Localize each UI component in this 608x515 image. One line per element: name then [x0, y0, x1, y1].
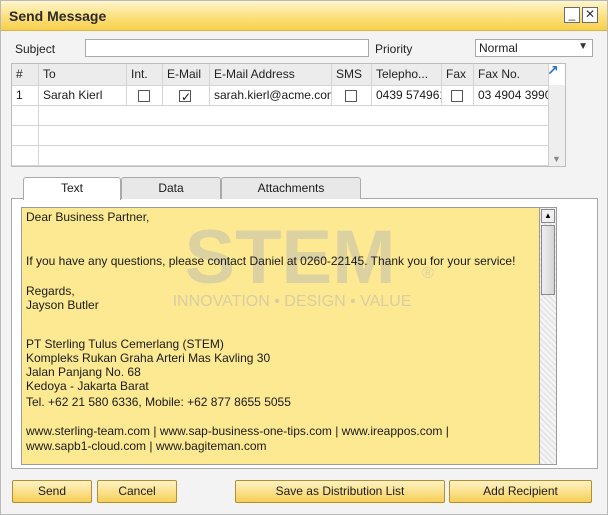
message-line: PT Sterling Tulus Cemerlang (STEM) — [26, 337, 224, 351]
scroll-thumb[interactable] — [541, 225, 555, 295]
table-row-empty[interactable] — [39, 126, 549, 146]
col-header-email[interactable]: E-Mail — [163, 64, 210, 86]
col-header-fax-no[interactable]: Fax No. — [474, 64, 549, 86]
row-1-fax-no[interactable]: 03 4904 3990 — [474, 86, 549, 106]
row-1-telephone[interactable]: 0439 574961 — [372, 86, 442, 106]
minimize-icon[interactable]: _ — [564, 7, 580, 23]
message-scrollbar[interactable]: ▲ — [539, 207, 557, 465]
subject-label: Subject — [15, 42, 56, 56]
message-line: Dear Business Partner, — [26, 210, 150, 224]
priority-select[interactable]: Normal ▼ — [475, 39, 593, 57]
row-1-number: 1 — [12, 86, 39, 106]
col-header-telephone[interactable]: Telepho... — [372, 64, 442, 86]
tab-attachments[interactable]: Attachments — [221, 177, 361, 199]
row-1-email-cell — [163, 86, 210, 106]
message-line: Regards, — [26, 284, 75, 298]
cancel-button[interactable]: Cancel — [97, 480, 177, 503]
table-row-empty[interactable] — [12, 106, 39, 126]
row-1-email-address[interactable]: sarah.kierl@acme.com — [210, 86, 332, 106]
recipients-grid: # To Int. E-Mail E-Mail Address SMS Tele… — [11, 63, 566, 167]
message-line: Tel. +62 21 580 6336, Mobile: +62 877 86… — [26, 395, 291, 409]
row-1-fax-cell — [442, 86, 474, 106]
tab-data[interactable]: Data — [121, 177, 221, 199]
col-header-int[interactable]: Int. — [127, 64, 163, 86]
message-line: www.sterling-team.com | www.sap-business… — [26, 424, 449, 438]
row-1-fax-checkbox[interactable] — [451, 89, 463, 102]
priority-label: Priority — [375, 42, 413, 56]
scroll-down-icon[interactable]: ▼ — [552, 154, 561, 164]
save-distribution-list-button[interactable]: Save as Distribution List — [235, 480, 445, 503]
close-icon[interactable]: ✕ — [582, 7, 598, 23]
col-header-email-address[interactable]: E-Mail Address — [210, 64, 332, 86]
message-line: Kedoya - Jakarta Barat — [26, 379, 149, 393]
row-1-int-checkbox[interactable] — [138, 89, 150, 102]
send-button[interactable]: Send — [12, 480, 92, 503]
table-row-empty[interactable] — [12, 146, 39, 166]
row-1-sms-checkbox[interactable] — [345, 89, 357, 102]
watermark-tagline: INNOVATION • DESIGN • VALUE — [173, 293, 412, 310]
row-1-sms-cell — [332, 86, 372, 106]
col-header-to[interactable]: To — [39, 64, 127, 86]
window-title: Send Message — [9, 8, 107, 24]
row-1-int-cell — [127, 86, 163, 106]
priority-value: Normal — [479, 41, 518, 55]
message-line: Jayson Butler — [26, 298, 99, 312]
scroll-up-icon[interactable]: ▲ — [541, 209, 555, 223]
chevron-down-icon[interactable]: ▼ — [578, 41, 588, 52]
grid-scrollbar[interactable]: ▼ — [548, 85, 565, 166]
row-1-to[interactable]: Sarah Kierl — [39, 86, 127, 106]
table-row-empty[interactable] — [39, 106, 549, 126]
message-line: Kompleks Rukan Graha Arteri Mas Kavling … — [26, 351, 271, 365]
send-message-window: Send Message _ ✕ Subject Priority Normal… — [0, 0, 608, 515]
tab-text[interactable]: Text — [23, 177, 121, 200]
add-recipient-button[interactable]: Add Recipient — [449, 480, 592, 503]
col-header-fax[interactable]: Fax — [442, 64, 474, 86]
title-bar[interactable]: Send Message _ ✕ — [1, 1, 607, 31]
row-1-email-checkbox[interactable] — [179, 88, 191, 105]
col-header-sms[interactable]: SMS — [332, 64, 372, 86]
message-textarea[interactable]: STEM ® INNOVATION • DESIGN • VALUE Dear … — [21, 207, 557, 465]
message-line: www.sapb1-cloud.com | www.bagiteman.com — [26, 439, 267, 453]
col-header-number[interactable]: # — [12, 64, 39, 86]
subject-input[interactable] — [85, 39, 369, 57]
message-line: Jalan Panjang No. 68 — [26, 365, 141, 379]
expand-icon[interactable]: ↗ — [547, 63, 561, 78]
message-line: If you have any questions, please contac… — [26, 254, 516, 268]
table-row-empty[interactable] — [39, 146, 549, 166]
table-row-empty[interactable] — [12, 126, 39, 146]
